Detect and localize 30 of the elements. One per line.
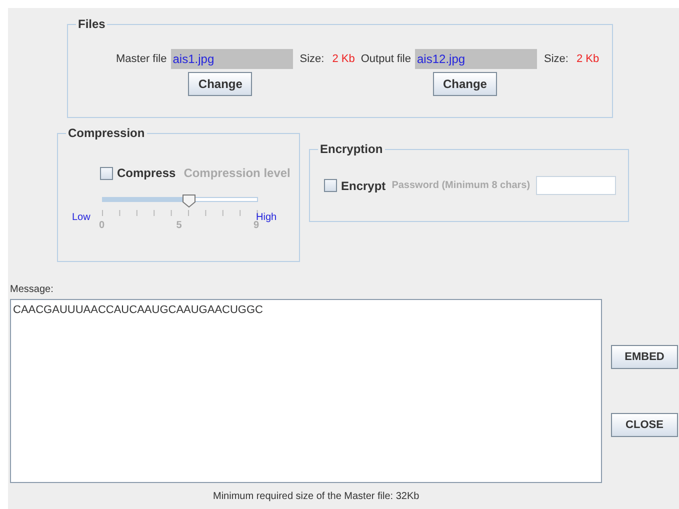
checkbox[interactable]: Encrypt [324,176,386,194]
message-label: Message: [10,283,54,297]
message-textarea[interactable]: CAACGAUUUAACCAUCAAUGCAAUGAACUGGC [10,299,602,483]
size-value: 2 Kb [332,52,355,67]
files-title: Files [77,16,106,33]
change-button[interactable]: Change [188,72,252,96]
checkbox[interactable]: Compress [100,164,176,182]
encryption-title: Encryption [319,141,384,158]
field-label: Output file [360,52,411,67]
compression-level-label: Compression level [184,165,290,182]
change-button[interactable]: Change [432,72,497,96]
password-field[interactable] [536,176,616,195]
action-button[interactable]: CLOSE [611,413,678,437]
compression-slider[interactable] [102,194,258,208]
size-label: Size: [544,52,568,67]
low-label: Low [72,211,92,225]
slider-thumb-icon[interactable] [182,194,196,208]
field-label: Master file [116,52,167,67]
password-label: Password (Minimum 8 chars) [392,179,530,193]
file-field[interactable]: ais1.jpg [170,49,293,69]
tick-label: 9 [253,220,259,233]
status-text: Minimum required size of the Master file: 32Kb [213,490,420,504]
size-value: 2 Kb [576,52,600,67]
tick-label: 5 [176,219,182,233]
file-field[interactable]: ais12.jpg [415,49,537,69]
compression-title: Compression [67,125,146,142]
tick-label: 0 [99,219,105,233]
action-button[interactable]: EMBED [611,345,678,369]
high-label: High [256,211,277,223]
size-label: Size: [300,52,324,67]
